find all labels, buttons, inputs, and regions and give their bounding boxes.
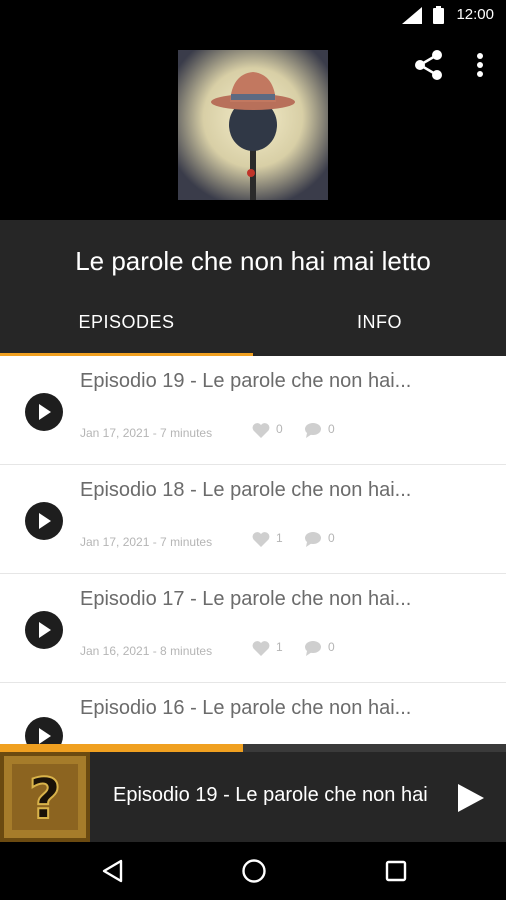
tab-episodes[interactable]: EPISODES (0, 312, 253, 352)
playback-progress-fill (0, 744, 243, 752)
cell-signal-icon (402, 7, 422, 24)
heart-icon (252, 532, 270, 547)
comment-icon (305, 423, 321, 438)
episode-title: Episodio 19 - Le parole che non hai... (80, 370, 412, 392)
play-button[interactable] (25, 502, 63, 540)
podcast-header (0, 30, 506, 220)
play-button[interactable] (25, 393, 63, 431)
title-bar: Le parole che non hai mai letto EPISODES… (0, 220, 506, 357)
status-bar: 12:00 (0, 0, 506, 30)
episode-row[interactable]: Episodio 17 - Le parole che non hai... J… (0, 574, 506, 683)
tab-info[interactable]: INFO (253, 312, 506, 352)
playback-progress-bar[interactable] (0, 744, 506, 752)
play-icon (39, 513, 51, 529)
comments-count: 0 (328, 640, 335, 655)
likes-count: 1 (276, 640, 283, 655)
episode-row[interactable]: Episodio 18 - Le parole che non hai... J… (0, 465, 506, 574)
episode-title: Episodio 17 - Le parole che non hai... (80, 588, 412, 610)
play-icon[interactable] (456, 782, 486, 814)
episode-list[interactable]: Episodio 19 - Le parole che non hai... J… (0, 356, 506, 752)
back-icon[interactable] (101, 859, 123, 883)
heart-icon (252, 423, 270, 438)
comments-count: 0 (328, 422, 335, 437)
comments-count-group[interactable]: 0 (304, 531, 335, 547)
comments-count-group[interactable]: 0 (304, 640, 335, 656)
status-time: 12:00 (456, 6, 494, 23)
svg-text:?: ? (29, 767, 61, 832)
likes-count-group[interactable]: 1 (252, 640, 283, 656)
now-playing-artwork: ? (0, 752, 90, 842)
comments-count-group[interactable]: 0 (304, 422, 335, 438)
podcast-title: Le parole che non hai mai letto (75, 246, 431, 276)
play-button[interactable] (25, 611, 63, 649)
episode-meta: Jan 17, 2021 - 7 minutes (80, 426, 213, 440)
comment-icon (305, 532, 321, 547)
play-icon (39, 728, 51, 744)
system-nav-bar (0, 842, 506, 900)
home-icon[interactable] (241, 858, 267, 884)
battery-icon (433, 6, 444, 24)
comments-count: 0 (328, 531, 335, 546)
share-icon[interactable] (412, 48, 446, 82)
now-playing-title: Episodio 19 - Le parole che non hai mai … (113, 784, 433, 806)
likes-count: 0 (276, 422, 283, 437)
comment-icon (305, 641, 321, 656)
heart-icon (252, 641, 270, 656)
episode-meta: Jan 16, 2021 - 8 minutes (80, 644, 213, 658)
play-icon (39, 404, 51, 420)
podcast-cover-image (178, 50, 328, 200)
episode-row[interactable]: Episodio 16 - Le parole che non hai... (0, 683, 506, 752)
play-icon (39, 622, 51, 638)
likes-count-group[interactable]: 0 (252, 422, 283, 438)
episode-title: Episodio 18 - Le parole che non hai... (80, 479, 412, 501)
episode-title: Episodio 16 - Le parole che non hai... (80, 697, 412, 719)
likes-count-group[interactable]: 1 (252, 531, 283, 547)
recents-icon[interactable] (385, 860, 407, 882)
more-vert-icon[interactable] (466, 48, 494, 82)
likes-count: 1 (276, 531, 283, 546)
episode-meta: Jan 17, 2021 - 7 minutes (80, 535, 213, 549)
mini-player[interactable]: ? Episodio 19 - Le parole che non hai ma… (0, 752, 506, 842)
episode-row[interactable]: Episodio 19 - Le parole che non hai... J… (0, 356, 506, 465)
